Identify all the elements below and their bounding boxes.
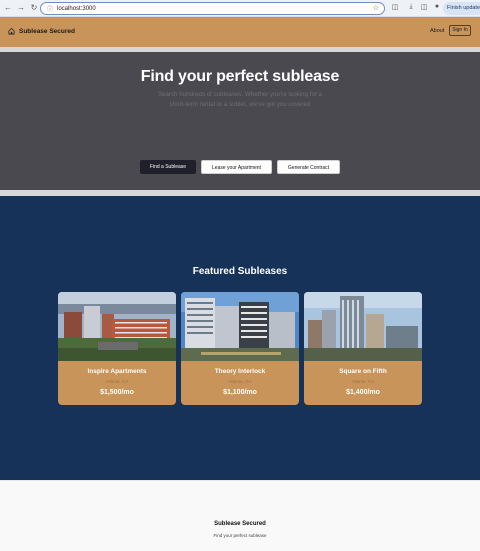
footer-tagline: Find your perfect sublease bbox=[213, 533, 267, 538]
card-price: $1,500/mo bbox=[100, 389, 134, 396]
brand-name: Sublease Secured bbox=[19, 27, 75, 35]
hero-title: Find your perfect sublease bbox=[140, 68, 340, 85]
app-header: Sublease Secured About Sign In bbox=[0, 17, 480, 47]
home-icon bbox=[8, 27, 15, 35]
highrise-tower-photo bbox=[304, 292, 422, 361]
reload-icon[interactable]: ↻ bbox=[29, 3, 39, 13]
back-icon[interactable]: ← bbox=[3, 3, 13, 13]
profile-icon[interactable]: ● bbox=[432, 3, 442, 10]
sign-in-button[interactable]: Sign In bbox=[449, 25, 471, 36]
about-link[interactable]: About bbox=[430, 28, 444, 34]
card-location: Atlanta, GA bbox=[105, 379, 129, 384]
generate-contract-button[interactable]: Generate Contract bbox=[277, 160, 340, 174]
card-price: $1,400/mo bbox=[346, 389, 380, 396]
lease-apartment-button[interactable]: Lease your Apartment bbox=[201, 160, 272, 174]
brand-link[interactable]: Sublease Secured bbox=[8, 27, 75, 35]
featured-title: Featured Subleases bbox=[192, 266, 288, 277]
hero-subtitle: Search hundreds of subleases. Whether yo… bbox=[0, 90, 480, 110]
download-icon[interactable]: ⤓ bbox=[406, 3, 416, 11]
sublease-card[interactable]: Square on Fifth Atlanta, GA $1,400/mo bbox=[304, 292, 422, 405]
sublease-card[interactable]: Inspire Apartments Atlanta, GA $1,500/mo bbox=[58, 292, 176, 405]
modern-building-photo bbox=[181, 292, 299, 361]
card-price: $1,100/mo bbox=[223, 389, 257, 396]
extensions-icon[interactable]: ◫ bbox=[390, 3, 400, 11]
browser-toolbar: ← → ↻ ⓘ localhost:3000 ☆ ◫ ⤓ ◫ ● Finish … bbox=[0, 0, 480, 17]
card-location: Atlanta, GA bbox=[228, 379, 252, 384]
footer: Sublease Secured Find your perfect suble… bbox=[0, 480, 480, 551]
address-bar[interactable]: ⓘ localhost:3000 ☆ bbox=[40, 2, 385, 15]
forward-icon[interactable]: → bbox=[16, 3, 26, 13]
card-title: Theory Interlock bbox=[214, 368, 266, 375]
card-title: Inspire Apartments bbox=[87, 368, 147, 375]
footer-brand: Sublease Secured bbox=[214, 521, 266, 527]
site-info-icon[interactable]: ⓘ bbox=[47, 4, 53, 13]
sidebar-icon[interactable]: ◫ bbox=[419, 3, 429, 11]
address-url: localhost:3000 bbox=[57, 5, 96, 12]
bookmark-star-icon[interactable]: ☆ bbox=[373, 4, 379, 12]
find-sublease-button[interactable]: Find a Sublease bbox=[140, 160, 196, 174]
city-apartment-photo bbox=[58, 292, 176, 361]
featured-section: Featured Subleases Inspire Apartments At… bbox=[0, 196, 480, 480]
hero-subtitle-line-2: short-term rental or a sublet, we've got… bbox=[169, 101, 311, 108]
card-location: Atlanta, GA bbox=[351, 379, 375, 384]
hero-section: Find your perfect sublease Search hundre… bbox=[0, 52, 480, 190]
finish-update-button[interactable]: Finish update bbox=[443, 2, 480, 15]
card-title: Square on Fifth bbox=[339, 368, 387, 375]
sublease-card[interactable]: Theory Interlock Atlanta, GA $1,100/mo bbox=[181, 292, 299, 405]
hero-subtitle-line-1: Search hundreds of subleases. Whether yo… bbox=[157, 91, 323, 98]
